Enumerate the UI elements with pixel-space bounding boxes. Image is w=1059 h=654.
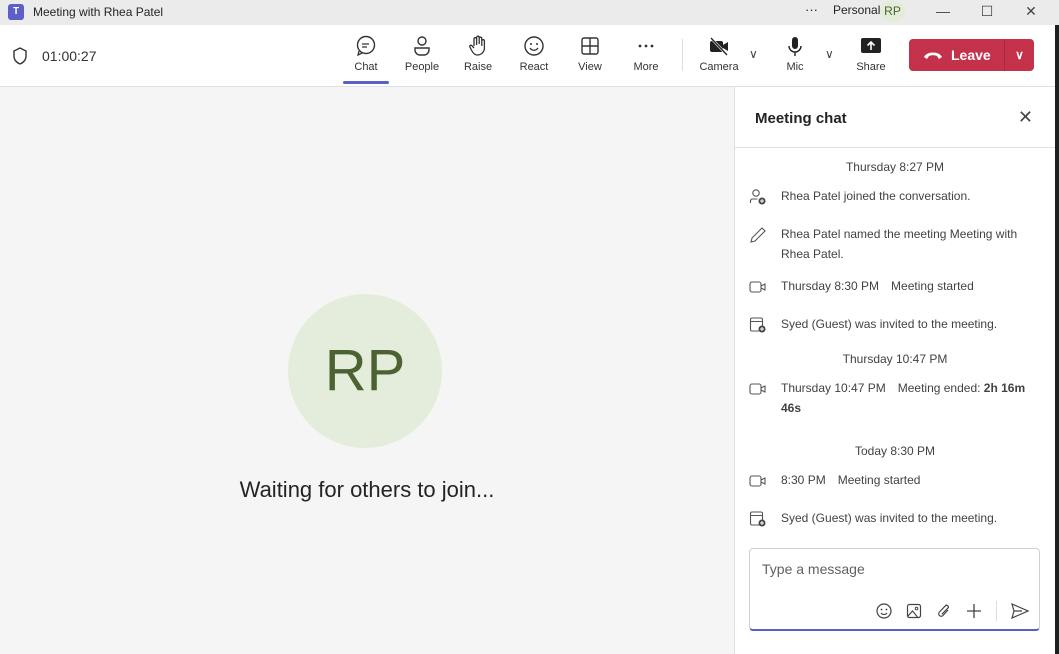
message-input[interactable] [762, 561, 1022, 577]
teams-logo-icon: T [8, 4, 24, 20]
chat-event: Rhea Patel joined the conversation. [735, 186, 1055, 212]
participant-avatar: RP [288, 294, 442, 448]
calendar-add-icon [749, 314, 781, 340]
account-label: Personal [833, 3, 881, 17]
date-divider: Thursday 8:27 PM [845, 160, 945, 174]
event-time: 8:30 PM [781, 473, 826, 487]
shield-icon [13, 47, 27, 65]
leave-label: Leave [951, 47, 991, 63]
video-icon [749, 276, 781, 302]
attach-icon[interactable] [936, 603, 952, 619]
maximize-button[interactable]: ☐ [972, 3, 1002, 20]
event-text: Rhea Patel joined the conversation. [781, 189, 971, 203]
event-text: Syed (Guest) was invited to the meeting. [781, 317, 998, 331]
event-time: Thursday 8:30 PM [781, 279, 880, 293]
hand-icon [469, 35, 486, 56]
person-add-icon [749, 186, 781, 212]
chat-event: Thursday 10:47 PM Meeting ended: 2h 16m 4… [735, 378, 1055, 418]
window-edge [1055, 25, 1059, 654]
grid-icon [581, 37, 599, 55]
share-button[interactable]: Share [845, 35, 897, 73]
event-text: Meeting started [837, 473, 921, 487]
camera-button[interactable]: Camera [693, 35, 745, 73]
mic-icon [788, 37, 802, 56]
meeting-toolbar: 01:00:27 Chat People Raise React View Mo… [0, 25, 1059, 87]
chat-event: 8:30 PM Meeting started [735, 470, 1055, 496]
people-label: People [404, 61, 440, 73]
chat-label: Chat [354, 61, 378, 73]
chat-event: Rhea Patel named the meeting Meeting wit… [735, 224, 1055, 264]
leave-options-chevron-icon[interactable]: ∨ [1005, 48, 1034, 62]
account-avatar[interactable]: RP [880, 0, 905, 22]
send-icon[interactable] [1011, 603, 1029, 619]
active-tab-indicator [343, 81, 389, 84]
camera-options-chevron-icon[interactable]: ∨ [749, 47, 758, 61]
chat-panel-title: Meeting chat [755, 110, 847, 127]
window-title: Meeting with Rhea Patel [33, 5, 164, 19]
share-icon [861, 38, 881, 53]
event-text: Meeting ended: [897, 381, 984, 395]
mic-button[interactable]: Mic [769, 35, 821, 73]
meeting-stage: RP Waiting for others to join... [0, 87, 734, 654]
camera-label: Camera [699, 61, 739, 73]
mic-label: Mic [786, 61, 804, 73]
more-label: More [633, 61, 659, 73]
react-button[interactable]: React [508, 35, 560, 73]
message-compose-box[interactable] [749, 548, 1040, 631]
emoji-icon[interactable] [876, 603, 892, 619]
minimize-button[interactable]: — [928, 3, 958, 19]
chat-event: Syed (Guest) was invited to the meeting. [735, 314, 1055, 340]
chat-message-list: Thursday 8:27 PM Rhea Patel joined the co… [735, 148, 1055, 534]
hang-up-icon [924, 52, 942, 59]
chat-event: Syed (Guest) was invited to the meeting. [735, 508, 1055, 534]
calendar-add-icon [749, 508, 781, 534]
share-label: Share [856, 61, 886, 73]
view-label: View [578, 61, 602, 73]
pencil-icon [749, 224, 781, 264]
chat-event: Thursday 8:30 PM Meeting started [735, 276, 1055, 302]
meeting-timer: 01:00:27 [42, 48, 97, 64]
close-chat-icon[interactable]: ✕ [1018, 107, 1033, 128]
more-button[interactable]: More [620, 35, 672, 73]
image-icon[interactable] [906, 603, 922, 619]
event-text: Syed (Guest) was invited to the meeting. [781, 511, 998, 525]
date-divider: Thursday 10:47 PM [842, 352, 948, 366]
raise-label: Raise [463, 61, 493, 73]
compose-divider [996, 601, 997, 621]
title-bar: T Meeting with Rhea Patel ··· Personal R… [0, 0, 1059, 25]
more-options-button[interactable]: ··· [805, 2, 818, 17]
smiley-icon [524, 36, 544, 56]
camera-off-icon [710, 37, 728, 56]
plus-icon[interactable] [966, 603, 982, 619]
video-icon [749, 378, 781, 418]
people-icon [414, 36, 430, 56]
chat-button[interactable]: Chat [340, 35, 392, 73]
react-label: React [519, 61, 549, 73]
ellipsis-icon [638, 44, 654, 48]
event-text: Meeting started [891, 279, 974, 293]
people-button[interactable]: People [396, 35, 448, 73]
toolbar-divider [682, 39, 683, 71]
waiting-status: Waiting for others to join... [239, 477, 495, 502]
mic-options-chevron-icon[interactable]: ∨ [825, 47, 834, 61]
leave-button[interactable]: Leave ∨ [909, 39, 1034, 71]
chat-icon [356, 35, 376, 57]
event-time: Thursday 10:47 PM [781, 381, 886, 395]
meeting-chat-panel: Meeting chat ✕ Thursday 8:27 PM Rhea Pate… [734, 87, 1055, 654]
raise-hand-button[interactable]: Raise [452, 35, 504, 73]
view-button[interactable]: View [564, 35, 616, 73]
video-icon [749, 470, 781, 496]
close-window-button[interactable]: ✕ [1016, 3, 1046, 20]
event-text: Rhea Patel named the meeting Meeting wit… [781, 227, 1018, 261]
date-divider: Today 8:30 PM [854, 444, 936, 458]
